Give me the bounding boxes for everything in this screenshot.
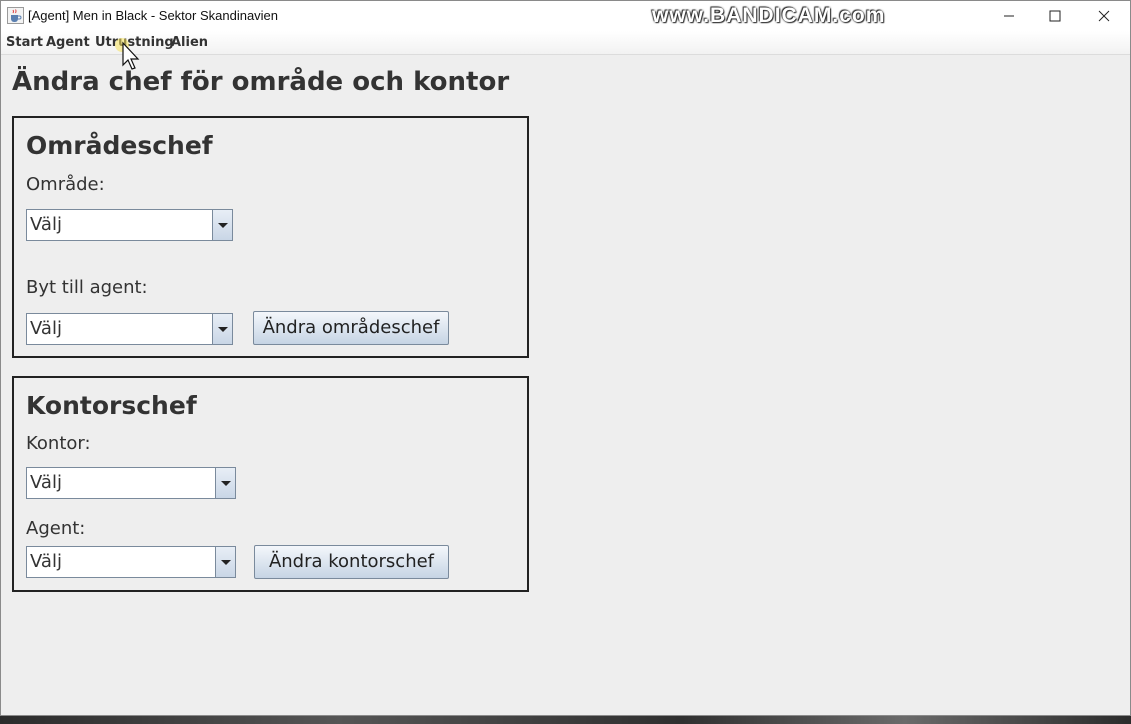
chevron-down-icon[interactable] <box>212 210 232 240</box>
change-office-manager-button[interactable]: Ändra kontorschef <box>254 545 449 579</box>
office-select[interactable]: Välj <box>26 467 236 499</box>
java-coffee-icon <box>7 7 24 24</box>
menu-bar: Start Agent Utrustning Alien <box>1 31 1130 55</box>
area-manager-panel: Områdeschef Område: Välj Byt till agent:… <box>12 116 529 358</box>
close-button[interactable] <box>1081 1 1127 31</box>
office-agent-value: Välj <box>30 551 62 572</box>
office-agent-label: Agent: <box>26 518 86 539</box>
maximize-button[interactable] <box>1032 1 1078 31</box>
area-panel-title: Områdeschef <box>26 131 213 160</box>
chevron-down-icon[interactable] <box>212 314 232 344</box>
office-agent-select[interactable]: Välj <box>26 546 236 578</box>
app-window: [Agent] Men in Black - Sektor Skandinavi… <box>0 0 1131 716</box>
title-bar[interactable]: [Agent] Men in Black - Sektor Skandinavi… <box>1 1 1130 31</box>
change-area-manager-button[interactable]: Ändra områdeschef <box>253 311 449 345</box>
menu-start[interactable]: Start <box>6 35 43 50</box>
menu-agent[interactable]: Agent <box>46 35 90 50</box>
area-select[interactable]: Välj <box>26 209 233 241</box>
menu-alien[interactable]: Alien <box>171 35 208 50</box>
office-panel-title: Kontorschef <box>26 391 197 420</box>
office-select-value: Välj <box>30 472 62 493</box>
new-area-agent-select[interactable]: Välj <box>26 313 233 345</box>
area-label: Område: <box>26 174 105 195</box>
window-title: [Agent] Men in Black - Sektor Skandinavi… <box>28 8 279 23</box>
minimize-button[interactable] <box>986 1 1032 31</box>
page-title: Ändra chef för område och kontor <box>12 67 510 97</box>
office-manager-panel: Kontorschef Kontor: Välj Agent: Välj Änd… <box>12 376 529 592</box>
desktop-background-strip <box>0 716 1131 724</box>
mouse-pointer-icon <box>115 38 140 70</box>
new-agent-label: Byt till agent: <box>26 277 148 298</box>
chevron-down-icon[interactable] <box>215 468 235 498</box>
minimize-icon <box>1004 15 1014 17</box>
close-icon <box>1098 10 1110 22</box>
maximize-icon <box>1049 10 1061 22</box>
chevron-down-icon[interactable] <box>215 547 235 577</box>
area-select-value: Välj <box>30 214 62 235</box>
new-area-agent-value: Välj <box>30 318 62 339</box>
recorder-watermark: www.BANDICAM.com <box>652 4 886 27</box>
office-label: Kontor: <box>26 433 91 454</box>
